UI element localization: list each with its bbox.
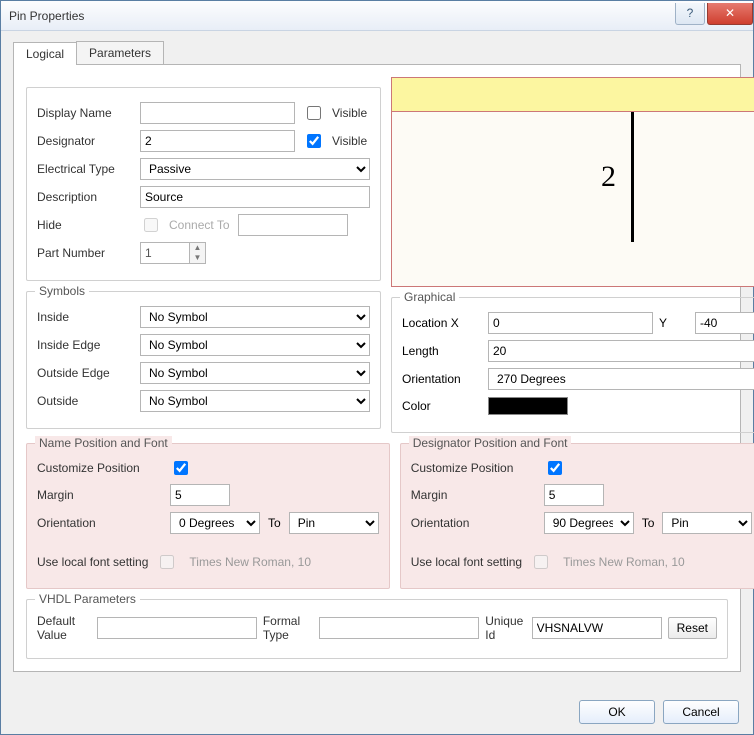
group-symbols: Symbols InsideNo Symbol Inside EdgeNo Sy… (26, 291, 381, 429)
group-title-des-pos: Designator Position and Font (409, 436, 572, 450)
location-y-input[interactable] (695, 312, 754, 334)
close-button[interactable]: ✕ (707, 3, 753, 25)
label-visible-1: Visible (332, 106, 367, 120)
color-swatch[interactable] (488, 397, 568, 415)
des-localfont-checkbox[interactable] (534, 555, 548, 569)
group-name-position: Name Position and Font Customize Positio… (26, 443, 390, 589)
name-customize-checkbox[interactable] (174, 461, 188, 475)
inside-edge-select[interactable]: No Symbol (140, 334, 370, 356)
label-orientation-g: Orientation (402, 372, 482, 386)
dialog-footer: OK Cancel (1, 690, 753, 734)
preview-designator: 2 (601, 160, 616, 194)
group-title-graphical: Graphical (400, 290, 459, 304)
tab-logical[interactable]: Logical (13, 42, 77, 65)
label-des-localfont: Use local font setting (411, 555, 522, 569)
cancel-button[interactable]: Cancel (663, 700, 739, 724)
name-orientation-select[interactable]: 0 Degrees (170, 512, 260, 534)
help-button[interactable]: ? (675, 3, 705, 25)
label-part-number: Part Number (37, 246, 132, 260)
label-display-name: Display Name (37, 106, 132, 120)
default-value-input[interactable] (97, 617, 257, 639)
des-orientation-select[interactable]: 90 Degrees (544, 512, 634, 534)
label-designator: Designator (37, 134, 132, 148)
group-vhdl: VHDL Parameters Default Value Formal Typ… (26, 599, 728, 659)
label-name-customize: Customize Position (37, 461, 162, 475)
orientation-select[interactable]: 270 Degrees (488, 368, 754, 390)
label-visible-2: Visible (332, 134, 367, 148)
label-length: Length (402, 344, 482, 358)
ok-button[interactable]: OK (579, 700, 655, 724)
label-location-x: Location X (402, 316, 482, 330)
label-name-margin: Margin (37, 488, 162, 502)
outside-edge-select[interactable]: No Symbol (140, 362, 370, 384)
label-outside: Outside (37, 394, 132, 408)
des-margin-input[interactable] (544, 484, 604, 506)
titlebar: Pin Properties ? ✕ (1, 1, 753, 31)
display-name-visible-checkbox[interactable] (307, 106, 321, 120)
label-unique-id: Unique Id (485, 614, 525, 642)
pin-preview: 2 (391, 77, 754, 287)
tab-strip: Logical Parameters (13, 41, 741, 65)
name-localfont-checkbox[interactable] (160, 555, 174, 569)
part-number-input (140, 242, 190, 264)
name-orientation-to-select[interactable]: Pin (289, 512, 379, 534)
label-hide: Hide (37, 218, 132, 232)
hide-checkbox[interactable] (144, 218, 158, 232)
group-title-vhdl: VHDL Parameters (35, 592, 140, 606)
unique-id-input[interactable] (532, 617, 662, 639)
label-formal-type: Formal Type (263, 614, 313, 642)
reset-button[interactable]: Reset (668, 617, 717, 639)
des-font-display: Times New Roman, 10 (563, 555, 685, 569)
connect-to-input (238, 214, 348, 236)
label-color: Color (402, 399, 482, 413)
label-description: Description (37, 190, 132, 204)
designator-visible-checkbox[interactable] (307, 134, 321, 148)
label-des-customize: Customize Position (411, 461, 536, 475)
help-icon: ? (687, 6, 694, 20)
label-des-margin: Margin (411, 488, 536, 502)
group-title-name-pos: Name Position and Font (35, 436, 172, 450)
preview-component-body (392, 78, 754, 112)
designator-input[interactable] (140, 130, 295, 152)
close-icon: ✕ (725, 6, 735, 20)
description-input[interactable] (140, 186, 370, 208)
spinner-up-icon[interactable]: ▲ (190, 243, 205, 253)
label-des-to: To (642, 516, 655, 530)
label-name-to: To (268, 516, 281, 530)
part-number-spinner: ▲▼ (140, 242, 206, 264)
label-des-orientation: Orientation (411, 516, 536, 530)
tab-parameters[interactable]: Parameters (76, 41, 164, 64)
content-area: Logical Parameters Display Name Visible D… (1, 31, 753, 690)
tab-pane-logical: Display Name Visible Designator Visible El… (13, 65, 741, 672)
label-default-value: Default Value (37, 614, 91, 642)
display-name-input[interactable] (140, 102, 295, 124)
outside-select[interactable]: No Symbol (140, 390, 370, 412)
dialog-window: Pin Properties ? ✕ Logical Parameters Di… (0, 0, 754, 735)
preview-pin-line (631, 112, 634, 242)
label-location-y: Y (659, 316, 689, 330)
inside-select[interactable]: No Symbol (140, 306, 370, 328)
formal-type-input[interactable] (319, 617, 479, 639)
spinner-down-icon[interactable]: ▼ (190, 253, 205, 263)
window-title: Pin Properties (9, 9, 673, 23)
label-connect-to: Connect To (169, 218, 230, 232)
des-customize-checkbox[interactable] (548, 461, 562, 475)
label-inside-edge: Inside Edge (37, 338, 132, 352)
label-name-orientation: Orientation (37, 516, 162, 530)
electrical-type-select[interactable]: Passive (140, 158, 370, 180)
label-electrical-type: Electrical Type (37, 162, 132, 176)
group-main: Display Name Visible Designator Visible El… (26, 87, 381, 281)
group-title-symbols: Symbols (35, 284, 89, 298)
group-graphical: Graphical Location X Y Length Ori (391, 297, 754, 433)
length-input[interactable] (488, 340, 754, 362)
des-orientation-to-select[interactable]: Pin (662, 512, 752, 534)
label-name-localfont: Use local font setting (37, 555, 148, 569)
name-font-display: Times New Roman, 10 (189, 555, 311, 569)
label-inside: Inside (37, 310, 132, 324)
label-outside-edge: Outside Edge (37, 366, 132, 380)
group-designator-position: Designator Position and Font Customize P… (400, 443, 754, 589)
window-buttons: ? ✕ (673, 3, 753, 25)
location-x-input[interactable] (488, 312, 653, 334)
name-margin-input[interactable] (170, 484, 230, 506)
